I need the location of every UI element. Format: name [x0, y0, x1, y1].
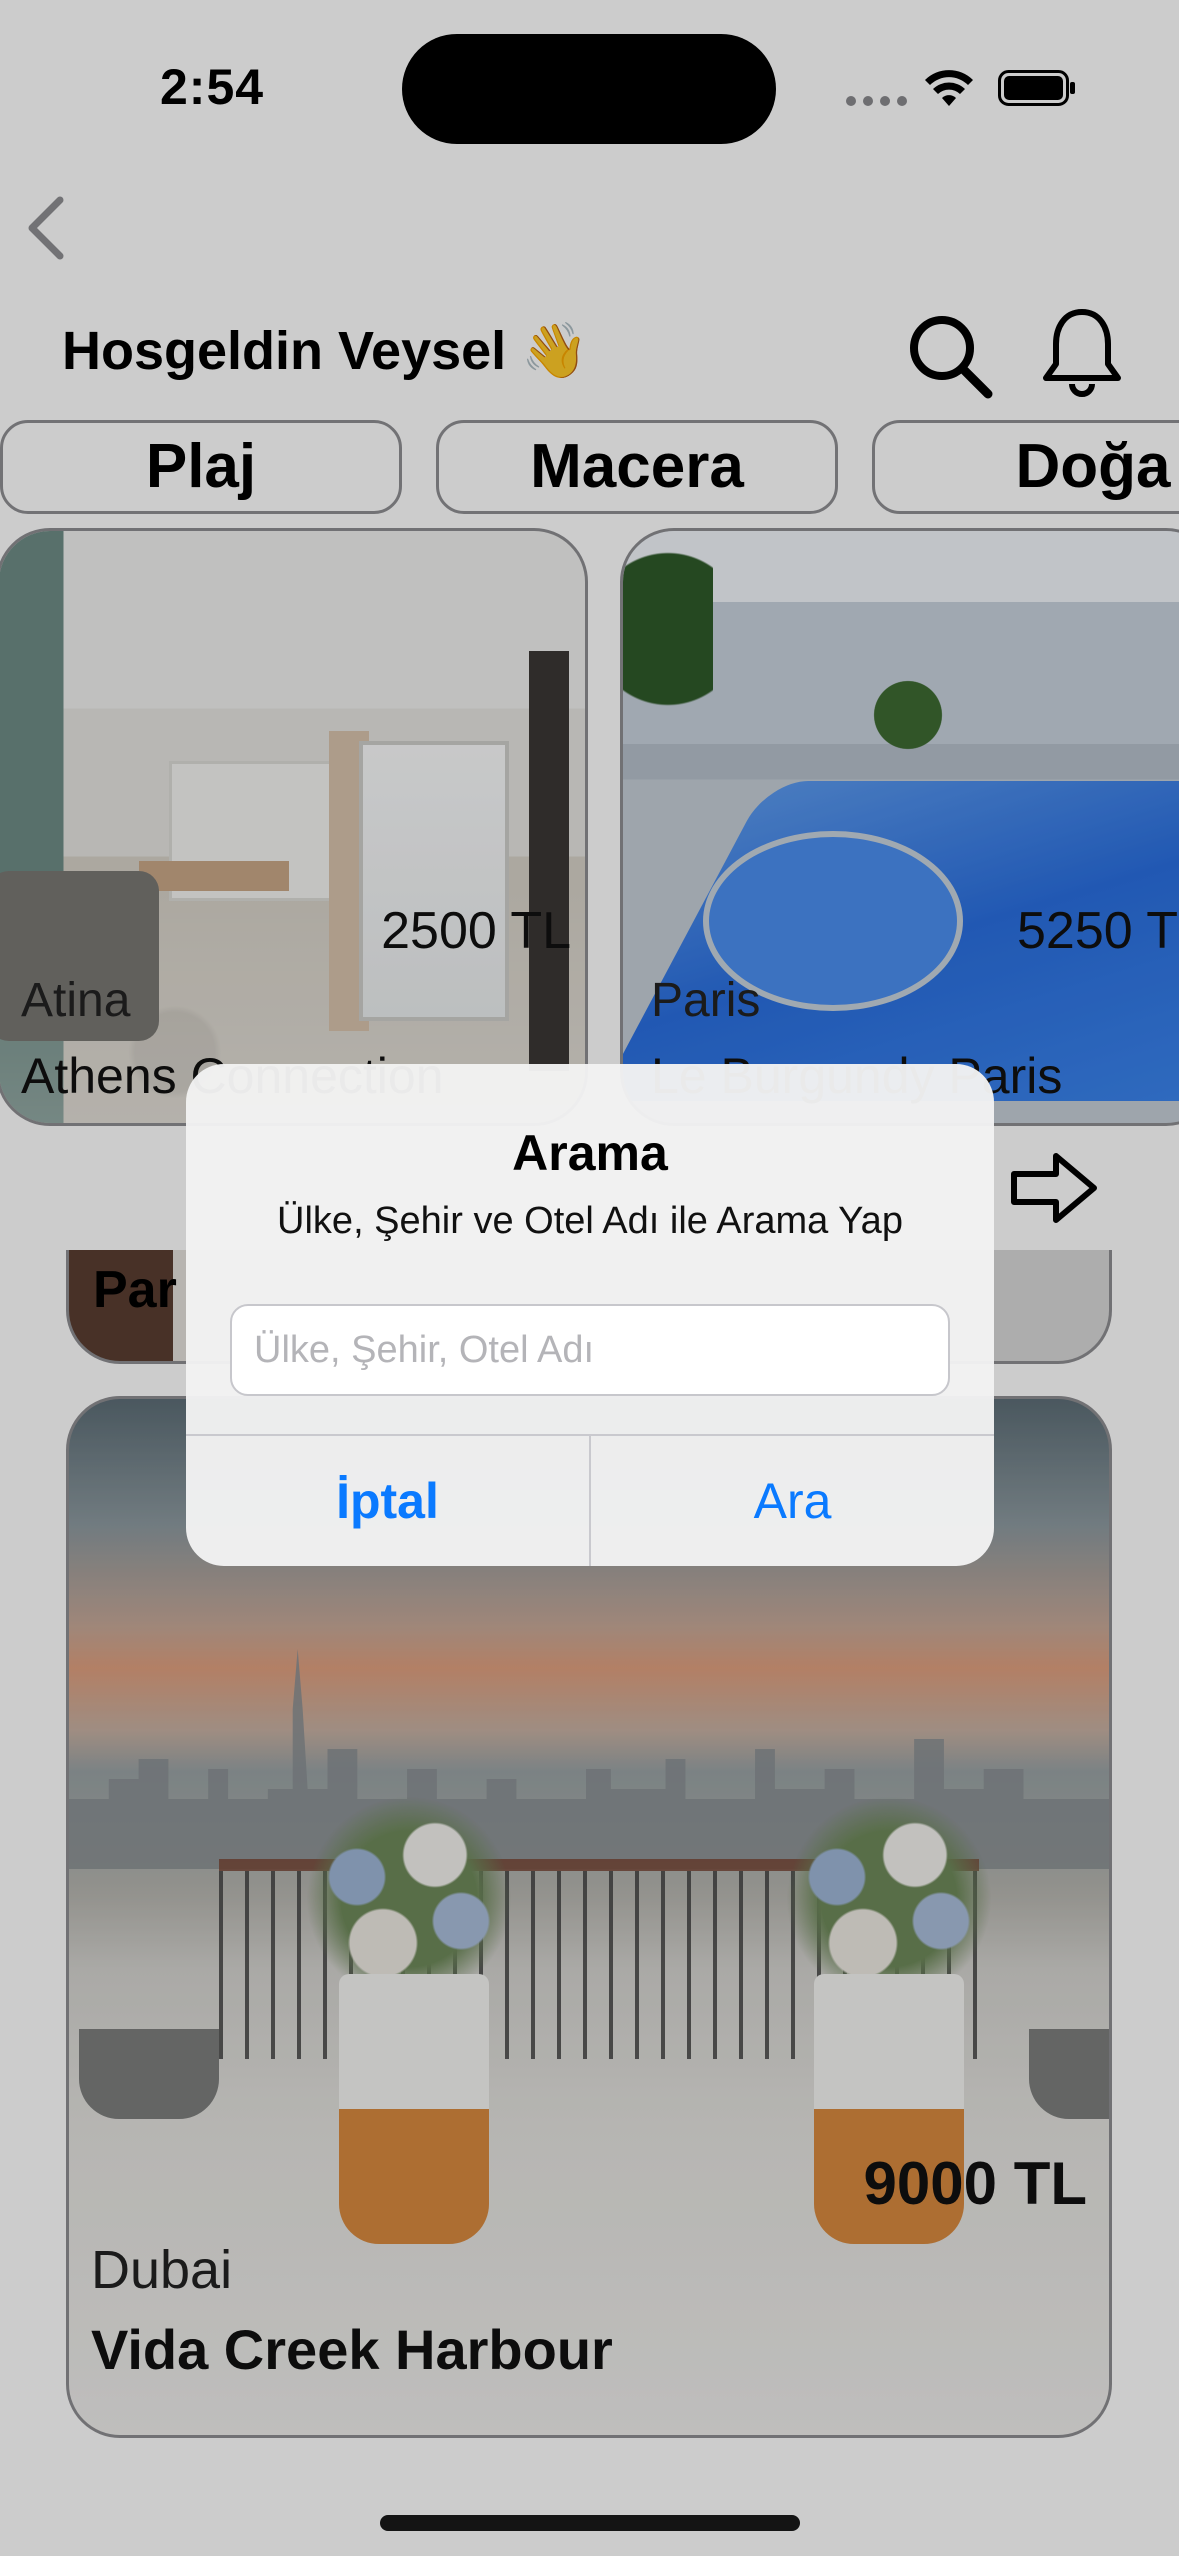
search-submit-button[interactable]: Ara	[591, 1436, 994, 1566]
alert-title: Arama	[512, 1125, 668, 1181]
search-input[interactable]	[230, 1304, 950, 1396]
alert-message: Ülke, Şehir ve Otel Adı ile Arama Yap	[277, 1200, 903, 1242]
cancel-button[interactable]: İptal	[186, 1436, 589, 1566]
search-alert-dialog: Arama Ülke, Şehir ve Otel Adı ile Arama …	[186, 1064, 994, 1566]
app-screen: 2:54 Hosgeldin Veysel 👋 Plaj Macera Doğa	[0, 0, 1179, 2556]
